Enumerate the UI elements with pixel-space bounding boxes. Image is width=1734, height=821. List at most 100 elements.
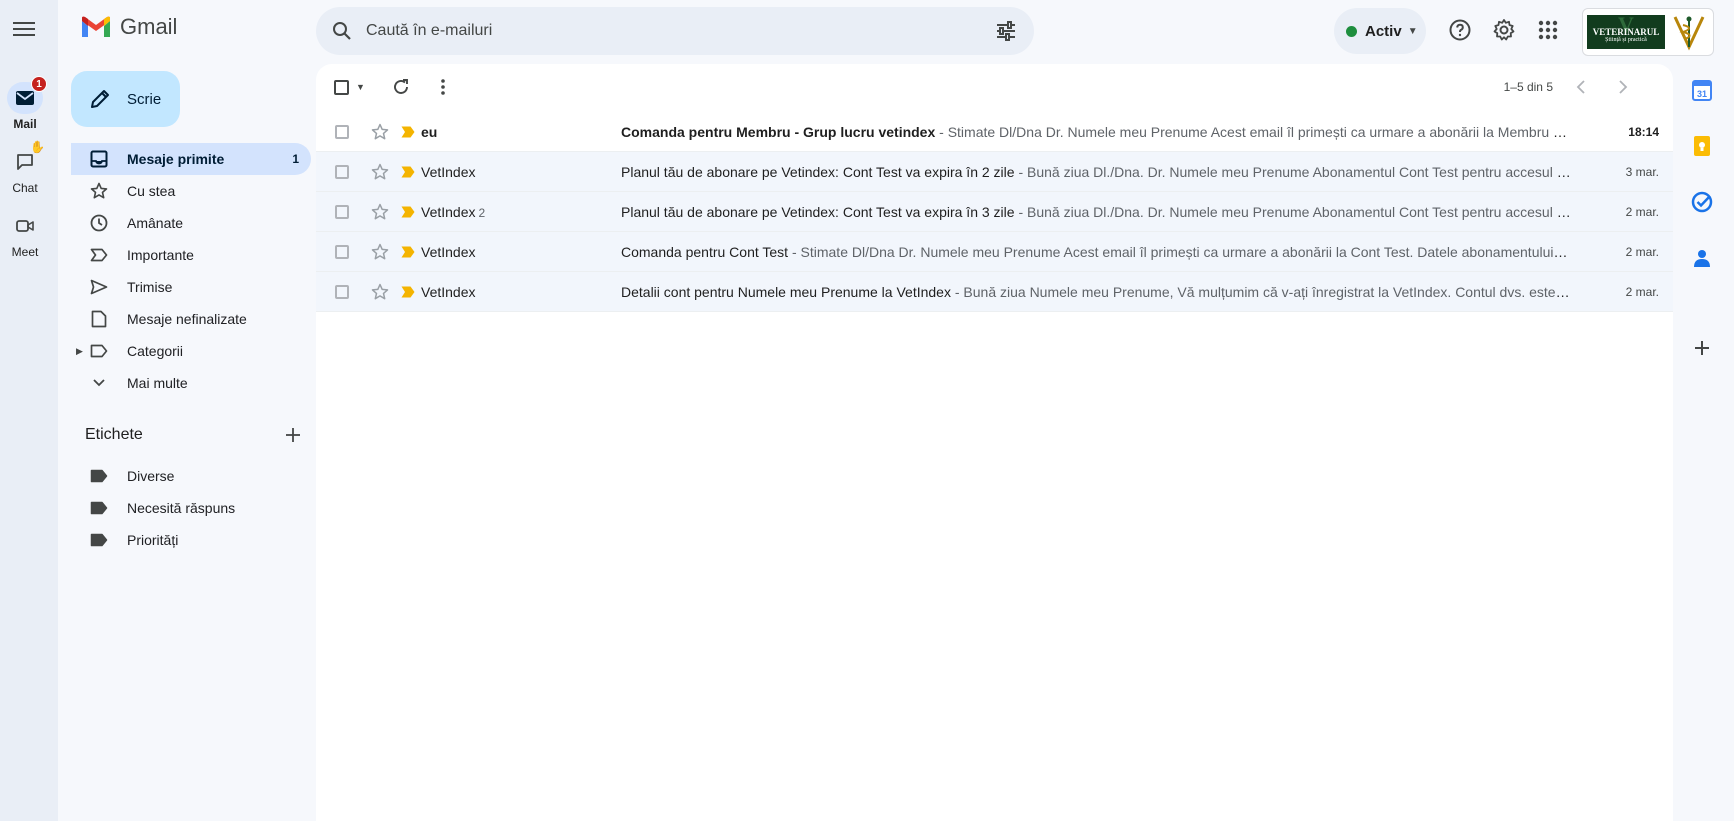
nav-sent[interactable]: Trimise [71, 271, 311, 303]
search-icon[interactable] [330, 19, 354, 43]
label-item[interactable]: Necesită răspuns [71, 492, 311, 524]
page-range: 1–5 din 5 [1503, 80, 1553, 94]
nav-snoozed[interactable]: Amânate [71, 207, 311, 239]
keep-notes-icon[interactable] [1690, 134, 1714, 158]
email-row[interactable]: VetIndex Comanda pentru Cont Test - Stima… [316, 232, 1673, 272]
email-date: 3 mar. [1625, 164, 1659, 179]
star-icon[interactable] [371, 243, 389, 261]
chat-icon: ✋ [7, 140, 45, 178]
labels-list: Diverse Necesită răspuns Priorități [71, 460, 311, 556]
gmail-logo[interactable]: Gmail [80, 14, 177, 40]
email-list: eu Comanda pentru Membru - Grup lucru vet… [316, 112, 1673, 312]
main-menu-icon[interactable] [13, 18, 35, 38]
help-icon[interactable] [1446, 16, 1474, 44]
row-checkbox[interactable] [335, 164, 349, 179]
email-content: Comanda pentru Membru - Grup lucru vetin… [621, 124, 1571, 140]
logo-line2: Știință și practică [1605, 37, 1647, 43]
important-marker-icon[interactable] [401, 166, 415, 178]
star-icon[interactable] [371, 123, 389, 141]
label-item[interactable]: Diverse [71, 460, 311, 492]
labels-heading: Etichete [85, 426, 143, 443]
gmail-m-icon [82, 16, 110, 37]
chevron-left-icon[interactable] [1571, 76, 1593, 98]
email-date: 2 mar. [1625, 284, 1659, 299]
nav-categories-label: Categorii [127, 343, 184, 359]
chevron-down-icon [89, 373, 109, 393]
chevron-right-icon[interactable] [1611, 76, 1633, 98]
email-subject: Planul tău de abonare pe Vetindex: Cont … [621, 203, 1015, 220]
organization-logo: V VETERINARUL Știință și practică [1587, 12, 1665, 49]
nav-inbox[interactable]: Mesaje primite 1 [71, 143, 311, 175]
important-marker-icon[interactable] [401, 246, 415, 258]
thread-count: 2 [478, 205, 486, 220]
apps-grid-icon[interactable] [1534, 16, 1562, 44]
label-tag-icon [89, 530, 109, 550]
nav-important[interactable]: Importante [71, 239, 311, 271]
email-row[interactable]: VetIndex 2 Planul tău de abonare pe Vetind… [316, 192, 1673, 232]
inbox-icon [89, 149, 109, 169]
star-icon[interactable] [371, 283, 389, 301]
star-icon[interactable] [371, 203, 389, 221]
email-row[interactable]: VetIndex Detalii cont pentru Numele meu P… [316, 272, 1673, 312]
important-marker-icon[interactable] [401, 206, 415, 218]
label-outline-icon [89, 341, 109, 361]
chevron-down-icon: ▼ [1407, 25, 1418, 37]
label-tag-icon [89, 498, 109, 518]
email-content: Planul tău de abonare pe Vetindex: Cont … [621, 164, 1571, 180]
important-marker-icon[interactable] [401, 126, 415, 138]
email-date: 2 mar. [1625, 244, 1659, 259]
email-subject: Detalii cont pentru Numele meu Prenume l… [621, 283, 951, 300]
calendar-icon[interactable]: 31 [1690, 78, 1714, 102]
row-checkbox[interactable] [335, 284, 349, 299]
nav-categories[interactable]: ▶ Categorii [71, 335, 311, 367]
select-all-checkbox[interactable] [334, 80, 349, 95]
row-checkbox[interactable] [335, 124, 349, 139]
email-subject: Comanda pentru Membru - Grup lucru vetin… [621, 123, 936, 140]
expand-caret-icon[interactable]: ▶ [76, 346, 83, 357]
row-checkbox[interactable] [335, 204, 349, 219]
draft-file-icon [89, 309, 109, 329]
rail-meet-label: Meet [11, 245, 39, 259]
rail-mail[interactable]: 1 Mail [0, 76, 50, 131]
settings-gear-icon[interactable] [1490, 16, 1518, 44]
rail-chat[interactable]: ✋ Chat [0, 140, 50, 195]
rail-meet[interactable]: Meet [0, 210, 50, 259]
email-sender: eu [421, 123, 438, 140]
add-label-icon[interactable] [283, 425, 303, 445]
star-icon[interactable] [371, 163, 389, 181]
search-input[interactable] [366, 22, 966, 40]
label-item-text: Diverse [127, 468, 175, 484]
email-subject: Planul tău de abonare pe Vetindex: Cont … [621, 163, 1015, 180]
logo-line1: VETERINARUL [1592, 27, 1660, 37]
search-options-icon[interactable] [994, 19, 1018, 43]
nav-important-label: Importante [127, 247, 194, 263]
contacts-icon[interactable] [1690, 246, 1714, 270]
status-selector[interactable]: Activ ▼ [1334, 8, 1426, 54]
tasks-icon[interactable] [1690, 190, 1714, 214]
row-checkbox[interactable] [335, 244, 349, 259]
email-snippet: - Bună ziua Numele meu Prenume, Vă mulțu… [950, 283, 1571, 300]
label-item[interactable]: Priorități [71, 524, 311, 556]
email-row[interactable]: VetIndex Planul tău de abonare pe Vetinde… [316, 152, 1673, 192]
more-vert-icon[interactable] [432, 76, 454, 98]
star-icon [89, 181, 109, 201]
rail-chat-label: Chat [12, 181, 38, 195]
select-dropdown-icon[interactable]: ▼ [356, 82, 365, 92]
compose-button[interactable]: Scrie [71, 71, 180, 127]
nav-more[interactable]: Mai multe [71, 367, 311, 399]
important-marker-icon[interactable] [401, 286, 415, 298]
email-date: 18:14 [1628, 124, 1659, 139]
nav-starred[interactable]: Cu stea [71, 175, 311, 207]
mail-unread-badge: 1 [31, 76, 47, 92]
status-dot [1346, 25, 1357, 37]
pencil-icon [91, 90, 109, 108]
email-snippet: - Stimate Dl/Dna Dr. Numele meu Prenume … [939, 123, 1571, 140]
search-bar[interactable] [316, 7, 1034, 55]
refresh-icon[interactable] [390, 76, 412, 98]
app-name: Gmail [120, 14, 178, 39]
nav-drafts[interactable]: Mesaje nefinalizate [71, 303, 311, 335]
email-row[interactable]: eu Comanda pentru Membru - Grup lucru vet… [316, 112, 1673, 152]
email-subject: Comanda pentru Cont Test [621, 243, 789, 260]
add-addon-icon[interactable] [1690, 336, 1714, 360]
account-switcher[interactable]: V VETERINARUL Știință și practică [1582, 8, 1714, 56]
